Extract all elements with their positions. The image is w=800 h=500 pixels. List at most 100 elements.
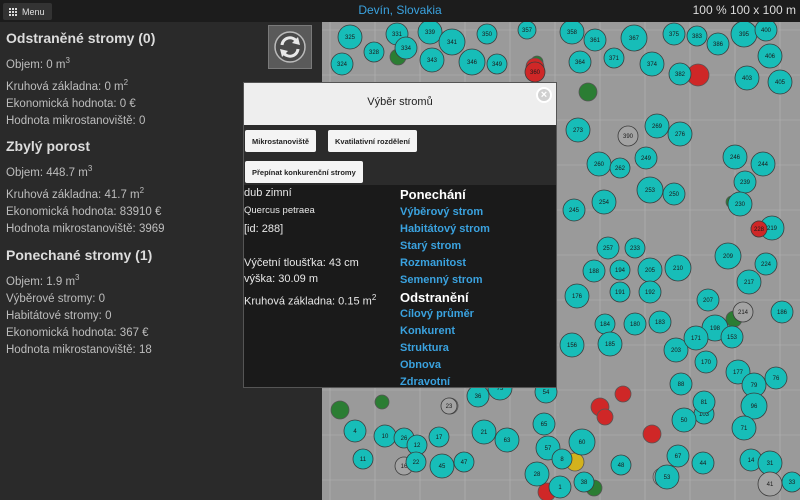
tree-marker[interactable]: 260 [586, 151, 612, 177]
microhabitats-button[interactable]: Mikrostanoviště [245, 130, 317, 152]
action-diversity[interactable]: Rozmanitost [400, 257, 466, 269]
tree-marker[interactable]: 184 [594, 313, 616, 335]
action-selection-tree[interactable]: Výběrový strom [400, 206, 483, 218]
tree-marker[interactable]: 153 [720, 325, 744, 349]
tree-marker[interactable]: 63 [494, 427, 520, 453]
tree-marker[interactable]: 36 [466, 384, 490, 408]
tree-marker[interactable]: 403 [734, 65, 760, 91]
tree-marker[interactable]: 269 [644, 113, 670, 139]
tree-marker[interactable]: 156 [559, 332, 585, 358]
tree-marker[interactable]: 67 [666, 444, 690, 468]
tree-marker[interactable]: 33 [781, 471, 800, 493]
tree-marker[interactable]: 209 [714, 242, 742, 270]
tree-marker[interactable]: 38 [573, 471, 595, 493]
tree-marker[interactable]: 400 [754, 22, 778, 42]
tree-marker[interactable]: 185 [597, 331, 623, 357]
tree-marker[interactable]: 386 [706, 32, 730, 56]
tree-marker[interactable]: 245 [562, 198, 586, 222]
tree-marker[interactable]: 170 [694, 350, 718, 374]
tree-marker[interactable]: 357 [517, 22, 537, 40]
tree-marker[interactable]: 343 [419, 47, 445, 73]
tree-marker[interactable]: 405 [767, 69, 793, 95]
tree-marker[interactable]: 339 [417, 22, 443, 45]
tree-marker[interactable]: 249 [634, 146, 658, 170]
tree-marker[interactable]: 360 [524, 61, 546, 83]
tree-marker[interactable]: 374 [639, 51, 665, 77]
action-competitor[interactable]: Konkurent [400, 325, 455, 337]
tree-marker[interactable]: 257 [596, 236, 620, 260]
tree-marker[interactable]: 324 [330, 52, 354, 76]
tree-marker[interactable]: 210 [664, 254, 692, 282]
tree-marker[interactable]: 276 [667, 121, 693, 147]
tree-marker[interactable]: 214 [732, 301, 754, 323]
action-structure[interactable]: Struktura [400, 342, 449, 354]
tree-marker[interactable]: 406 [757, 43, 783, 69]
tree-marker[interactable]: 60 [568, 428, 596, 456]
tree-marker[interactable]: 17 [428, 426, 450, 448]
tree-marker[interactable]: 207 [696, 288, 720, 312]
tree-marker[interactable]: 382 [668, 62, 692, 86]
tree-marker[interactable]: 191 [609, 281, 631, 303]
tree-marker[interactable]: 45 [429, 453, 455, 479]
tree-marker[interactable]: 11 [352, 448, 374, 470]
tree-marker[interactable]: 194 [609, 259, 631, 281]
tree-marker[interactable]: 50 [671, 407, 697, 433]
tree-marker[interactable] [614, 385, 632, 403]
tree-marker[interactable]: 233 [624, 237, 646, 259]
tree-marker[interactable]: 1 [548, 475, 572, 499]
tree-marker[interactable]: 364 [568, 50, 592, 74]
action-seed-tree[interactable]: Semenný strom [400, 274, 483, 286]
tree-marker[interactable]: 375 [662, 22, 686, 46]
action-old-tree[interactable]: Starý strom [400, 240, 461, 252]
tree-marker[interactable]: 262 [609, 157, 631, 179]
tree-marker[interactable]: 176 [564, 283, 590, 309]
tree-marker[interactable]: 53 [654, 464, 680, 490]
tree-marker[interactable]: 361 [583, 28, 607, 52]
tree-marker[interactable]: 239 [733, 170, 757, 194]
tree-marker[interactable]: 8 [551, 448, 573, 470]
tree-marker[interactable]: 334 [394, 36, 418, 60]
tree-marker[interactable]: 23 [440, 397, 458, 415]
tree-marker[interactable]: 244 [750, 151, 776, 177]
tree-marker[interactable]: 246 [722, 144, 748, 170]
tree-marker[interactable]: 350 [476, 23, 498, 45]
tree-marker[interactable]: 192 [638, 280, 662, 304]
tree-marker[interactable] [578, 82, 598, 102]
tree-marker[interactable] [596, 408, 614, 426]
tree-marker[interactable]: 349 [486, 53, 508, 75]
tree-marker[interactable]: 383 [686, 25, 708, 47]
tree-marker[interactable]: 183 [648, 310, 672, 334]
close-button[interactable]: × [536, 87, 552, 103]
tree-marker[interactable]: 224 [754, 252, 778, 276]
tree-marker[interactable]: 188 [582, 259, 606, 283]
tree-marker[interactable]: 186 [770, 300, 794, 324]
tree-marker[interactable]: 367 [620, 24, 648, 52]
tree-marker[interactable]: 44 [691, 451, 715, 475]
tree-marker[interactable]: 228 [750, 220, 768, 238]
action-sanitary[interactable]: Zdravotní [400, 376, 450, 388]
tree-marker[interactable]: 21 [471, 419, 497, 445]
tree-marker[interactable]: 41 [757, 471, 783, 497]
quality-distribution-button[interactable]: Kvatilativní rozdělení [328, 130, 418, 152]
tree-marker[interactable]: 4 [343, 419, 367, 443]
refresh-button[interactable] [268, 25, 312, 69]
action-target-diameter[interactable]: Cílový průměr [400, 308, 474, 320]
tree-marker[interactable] [642, 424, 662, 444]
tree-marker[interactable]: 250 [662, 182, 686, 206]
tree-marker[interactable]: 96 [740, 392, 768, 420]
tree-marker[interactable]: 28 [524, 461, 550, 487]
toggle-competitors-button[interactable]: Přepínat konkurenční stromy [245, 161, 363, 183]
tree-marker[interactable]: 346 [458, 48, 486, 76]
tree-marker[interactable] [330, 400, 350, 420]
tree-marker[interactable]: 65 [532, 412, 556, 436]
tree-marker[interactable]: 88 [669, 372, 693, 396]
tree-marker[interactable]: 22 [405, 451, 427, 473]
tree-marker[interactable]: 76 [764, 366, 788, 390]
tree-marker[interactable]: 48 [610, 454, 632, 476]
tree-marker[interactable]: 273 [565, 117, 591, 143]
tree-marker[interactable]: 390 [617, 125, 639, 147]
tree-marker[interactable]: 371 [603, 47, 625, 69]
action-habitat-tree[interactable]: Habitátový strom [400, 223, 490, 235]
tree-marker[interactable]: 10 [373, 424, 397, 448]
tree-marker[interactable]: 395 [730, 22, 758, 48]
